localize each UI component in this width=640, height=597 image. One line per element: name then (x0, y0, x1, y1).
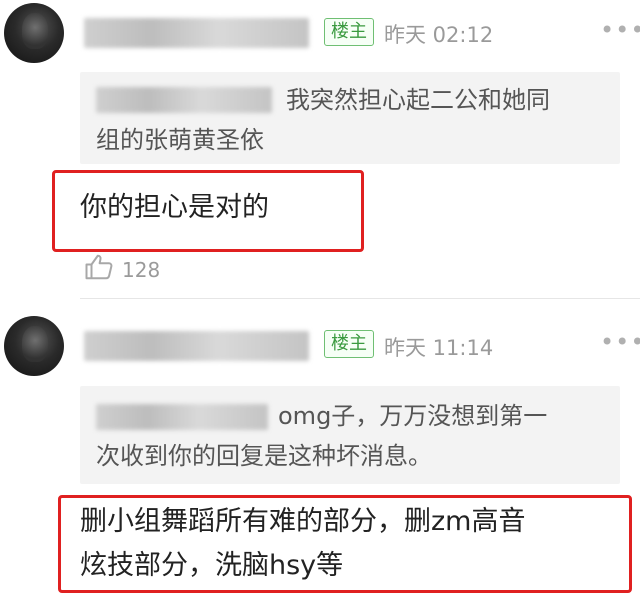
username-blurred[interactable] (84, 18, 309, 48)
like-button[interactable]: 128 (84, 250, 174, 286)
thumbs-up-icon (85, 254, 113, 280)
op-badge: 楼主 (324, 330, 374, 358)
username-blurred[interactable] (84, 331, 309, 361)
avatar[interactable] (4, 316, 64, 376)
quoted-username-blurred (96, 87, 272, 113)
more-options-icon[interactable]: ••• (600, 328, 640, 356)
quote-line-1: 我突然担心起二公和她同 (286, 86, 550, 114)
reply-line-2: 炫技部分，洗脑hsy等 (80, 550, 344, 581)
quoted-comment: 我突然担心起二公和她同 组的张萌黄圣依 (80, 72, 620, 164)
timestamp: 昨天 02:12 (384, 23, 494, 47)
like-count: 128 (122, 258, 161, 282)
quoted-username-blurred (96, 404, 268, 430)
quote-line-2: 次收到你的回复是这种坏消息。 (96, 442, 432, 470)
quote-line-2: 组的张萌黄圣依 (96, 126, 264, 154)
quoted-comment: omg子，万万没想到第一 次收到你的回复是这种坏消息。 (80, 386, 620, 484)
divider (80, 298, 640, 299)
reply-text: 你的担心是对的 (80, 192, 269, 223)
more-options-icon[interactable]: ••• (600, 16, 640, 44)
reply-line-1: 删小组舞蹈所有难的部分，删zm高音 (80, 506, 526, 537)
op-badge: 楼主 (324, 18, 374, 46)
quote-line-1: omg子，万万没想到第一 (278, 402, 548, 430)
timestamp: 昨天 11:14 (384, 336, 494, 360)
avatar[interactable] (4, 3, 64, 63)
